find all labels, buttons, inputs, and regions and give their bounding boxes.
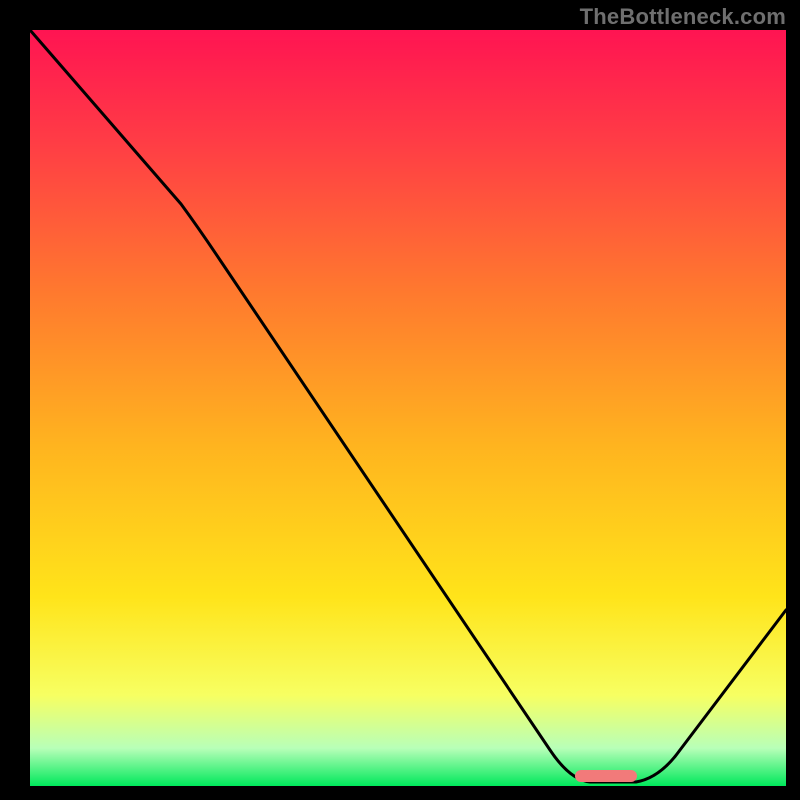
plot-area: [30, 30, 786, 786]
watermark-label: TheBottleneck.com: [580, 4, 786, 30]
optimal-range-marker: [575, 770, 637, 782]
curve-svg: [30, 30, 786, 786]
chart-frame: TheBottleneck.com: [0, 0, 800, 800]
bottleneck-curve: [30, 30, 786, 782]
